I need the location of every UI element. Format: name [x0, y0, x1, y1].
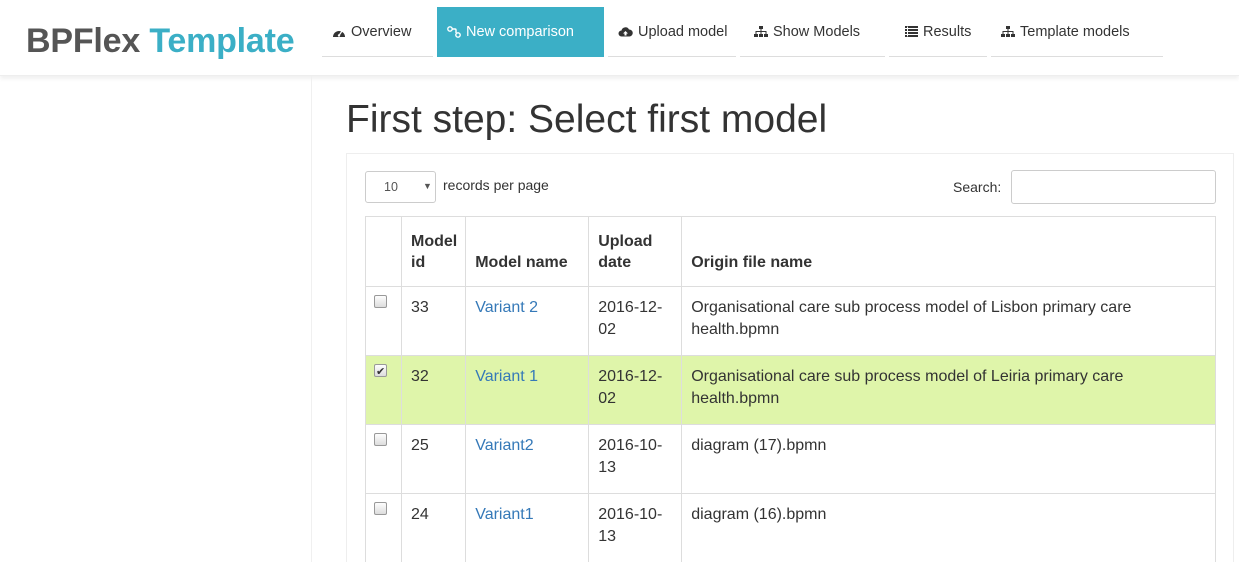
chevron-down-icon: ▼: [423, 181, 432, 191]
main-nav: Overview New comparison Upload model Sho…: [322, 7, 1167, 57]
row-checkbox[interactable]: [374, 361, 387, 383]
column-header-model-id[interactable]: Model id: [400, 216, 467, 287]
model-id-cell: 33: [400, 286, 467, 356]
page-title: First step: Select first model: [346, 98, 828, 141]
column-header-upload-date[interactable]: Upload date: [588, 216, 683, 287]
table-row[interactable]: 32 Variant 1 2016-12-02 Organisational c…: [365, 355, 1216, 425]
row-checkbox-cell: [365, 493, 402, 562]
row-checkbox[interactable]: [374, 433, 387, 446]
nav-results-label: Results: [923, 23, 972, 40]
brand-name-part2: Template: [149, 22, 295, 60]
row-checkbox[interactable]: [374, 502, 387, 515]
origin-file-cell: Organisational care sub process model of…: [681, 286, 1216, 356]
table-controls: 10 ▼ records per page Search:: [365, 170, 1217, 204]
upload-date-cell: 2016-10-13: [588, 493, 683, 562]
search-input[interactable]: [1011, 170, 1216, 204]
nav-overview[interactable]: Overview: [322, 7, 433, 57]
model-name-link[interactable]: Variant 1: [475, 368, 538, 385]
records-per-page-label: records per page: [443, 177, 549, 193]
nav-overview-label: Overview: [351, 23, 412, 40]
models-table: Model id Model name Upload date Origin f…: [365, 216, 1216, 562]
column-header-origin-file[interactable]: Origin file name: [681, 216, 1216, 287]
model-name-link[interactable]: Variant1: [475, 506, 533, 523]
model-name-cell: Variant 2: [465, 286, 590, 356]
model-name-link[interactable]: Variant2: [475, 437, 533, 454]
content-divider: [311, 76, 312, 562]
compare-icon: [447, 25, 461, 38]
upload-date-cell: 2016-12-02: [588, 286, 683, 356]
table-row[interactable]: 33 Variant 2 2016-12-02 Organisational c…: [365, 286, 1216, 356]
nav-results[interactable]: Results: [889, 7, 987, 57]
model-name-cell: Variant 1: [465, 355, 590, 425]
model-name-cell: Variant2: [465, 424, 590, 494]
origin-file-cell: Organisational care sub process model of…: [681, 355, 1216, 425]
row-checkbox-cell: [365, 286, 402, 356]
row-checkbox-cell: [365, 424, 402, 494]
list-icon: [905, 26, 918, 37]
nav-new-comparison-label: New comparison: [466, 23, 574, 40]
column-header-select: [365, 216, 402, 287]
model-id-cell: 24: [400, 493, 467, 562]
brand-logo[interactable]: BPFlex Template: [26, 20, 295, 62]
origin-file-cell: diagram (16).bpmn: [681, 493, 1216, 562]
table-row[interactable]: 24 Variant1 2016-10-13 diagram (16).bpmn: [365, 493, 1216, 562]
column-header-model-name[interactable]: Model name: [465, 216, 590, 287]
model-name-link[interactable]: Variant 2: [475, 299, 538, 316]
nav-template-models-label: Template models: [1020, 23, 1130, 40]
row-checkbox[interactable]: [374, 295, 387, 308]
nav-new-comparison[interactable]: New comparison: [437, 7, 604, 57]
brand-name-part1: BPFlex: [26, 22, 141, 60]
dashboard-icon: [332, 26, 346, 38]
nav-upload-model-label: Upload model: [638, 23, 728, 40]
page-size-select[interactable]: 10 ▼: [365, 171, 436, 203]
page-size-value: 10: [384, 180, 398, 194]
row-checkbox-cell: [365, 355, 402, 425]
upload-date-cell: 2016-10-13: [588, 424, 683, 494]
origin-file-cell: diagram (17).bpmn: [681, 424, 1216, 494]
table-row[interactable]: 25 Variant2 2016-10-13 diagram (17).bpmn: [365, 424, 1216, 494]
nav-show-models[interactable]: Show Models: [740, 7, 885, 57]
cloud-upload-icon: [618, 26, 633, 37]
nav-show-models-label: Show Models: [773, 23, 861, 40]
model-id-cell: 25: [400, 424, 467, 494]
sitemap-icon: [1001, 25, 1015, 38]
nav-template-models[interactable]: Template models: [991, 7, 1163, 57]
sitemap-icon: [754, 25, 768, 38]
model-name-cell: Variant1: [465, 493, 590, 562]
table-header-row: Model id Model name Upload date Origin f…: [365, 216, 1216, 287]
model-id-cell: 32: [400, 355, 467, 425]
search-label: Search:: [953, 179, 1002, 195]
upload-date-cell: 2016-12-02: [588, 355, 683, 425]
top-header: BPFlex Template Overview New comparison …: [0, 0, 1239, 76]
nav-upload-model[interactable]: Upload model: [608, 7, 736, 57]
